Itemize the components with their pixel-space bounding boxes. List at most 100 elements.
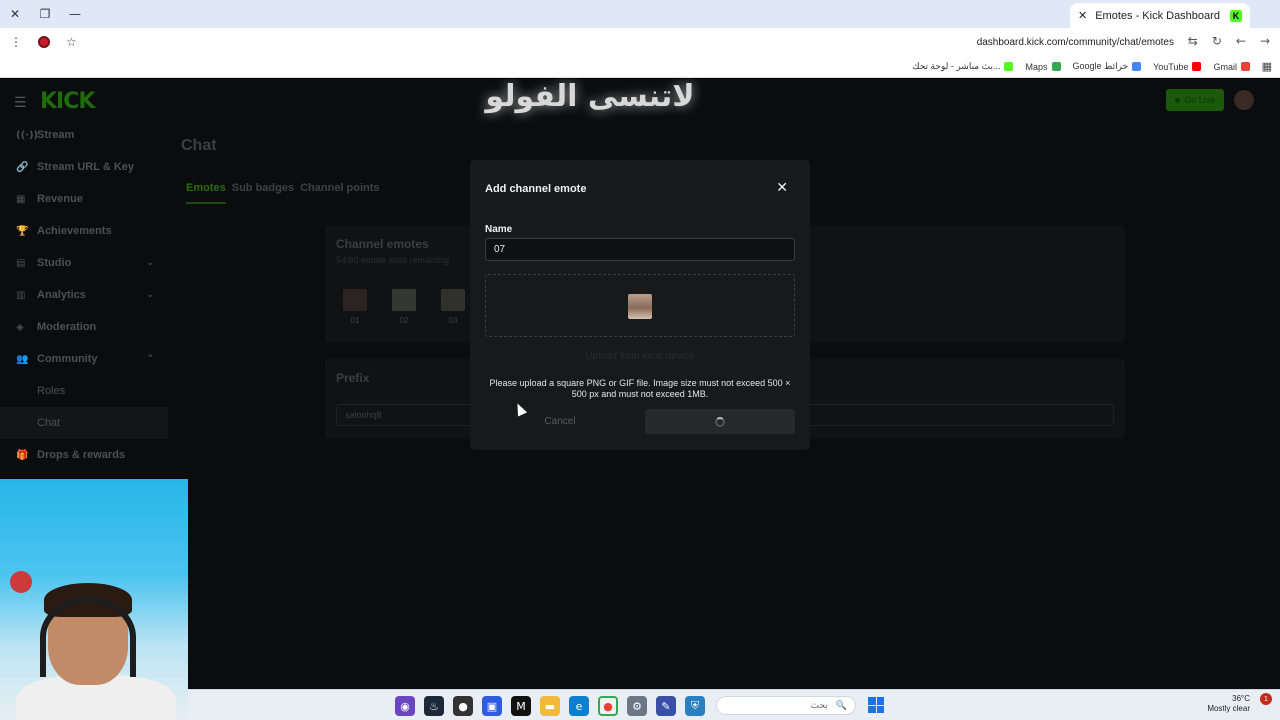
notification-badge[interactable]: 1 [1260,693,1272,705]
sidebar-item-moderation[interactable]: ◈ Moderation [0,311,168,343]
windows-start-icon[interactable] [868,697,884,713]
app-icon[interactable]: ▣ [482,696,502,716]
vpn-icon[interactable]: ⛨ [685,696,705,716]
emote-item[interactable]: 01 [343,289,367,325]
sidebar-item-revenue[interactable]: ▦ Revenue [0,183,168,215]
emote-item[interactable]: 03 [441,289,465,325]
close-icon[interactable]: ✕ [776,180,788,196]
link-icon: 🔗 [16,161,29,173]
tab-channel-points[interactable]: Channel points [300,182,379,204]
chevron-down-icon: ⌄ [146,258,154,268]
stream-overlay-text: لاتنسى الفولو [485,79,695,114]
hamburger-menu-icon[interactable]: ☰ [14,95,27,111]
window-close-icon[interactable]: ✕ [0,0,30,28]
windows-taskbar: ◉ ♨ ● ▣ M ▬ e ● ⚙ ✎ ⛨ بحث 🔍 36°C Mostly … [188,689,1280,720]
gmail-icon [1241,62,1250,71]
cancel-button[interactable]: Cancel [485,409,635,434]
bookmark-maps[interactable]: Maps [1025,62,1061,72]
sidebar: ((·)) Stream 🔗 Stream URL & Key ▦ Revenue 🏆… [0,119,168,471]
page-title: Chat [181,137,217,154]
tune-icon[interactable]: ⇆ [1188,34,1198,48]
upload-help-text: Please upload a square PNG or GIF file. … [489,378,791,399]
kick-favicon-icon: K [1230,9,1242,22]
address-bar: ⋮ ☆ dashboard.kick.com/community/chat/em… [0,28,1280,56]
url-field[interactable]: dashboard.kick.com/community/chat/emotes [977,37,1174,48]
analytics-icon: ▥ [16,289,26,301]
sidebar-item-stream[interactable]: ((·)) Stream [0,119,168,151]
headset-icon [40,597,136,677]
name-label: Name [485,224,513,235]
trophy-icon: 🏆 [16,225,29,237]
bookmark-gmail[interactable]: Gmail [1213,62,1250,72]
bookmark-youtube[interactable]: YouTube [1153,62,1202,72]
browser-tab-bar: ✕ ❐ — + ✕ Emotes - Kick Dashboard K [0,0,1280,28]
emote-image [392,289,416,311]
bookmark-kick[interactable]: بث مباشر - لوحة تحك... [912,61,1014,72]
emote-item[interactable]: 02 [392,289,416,325]
weather-widget[interactable]: 36°C Mostly clear [1207,694,1250,714]
reload-icon[interactable]: ↻ [1212,34,1222,48]
chat-tabs: Emotes Sub badges Channel points [186,182,380,204]
kick-icon: ■ [1174,95,1181,105]
kick-logo[interactable]: KICK [40,89,95,114]
tab-title: Emotes - Kick Dashboard [1095,9,1220,22]
sidebar-item-analytics[interactable]: ▥ Analytics ⌄ [0,279,168,311]
prefix-title: Prefix [336,371,370,385]
shield-icon: ◈ [16,321,24,333]
modal-title: Add channel emote [485,183,587,195]
steam-icon[interactable]: ♨ [424,696,444,716]
search-icon: 🔍 [835,700,847,710]
forward-icon[interactable]: → [1260,34,1270,48]
go-live-button[interactable]: ■ Go Live [1166,89,1224,111]
avatar[interactable] [1234,90,1254,110]
broadcast-icon: ((·)) [16,129,39,141]
sidebar-item-achievements[interactable]: 🏆 Achievements [0,215,168,247]
edge-icon[interactable]: e [569,696,589,716]
emote-image [343,289,367,311]
revenue-icon: ▦ [16,193,26,205]
sidebar-item-community[interactable]: 👥 Community ⌃ [0,343,168,375]
bookmarks-bar: بث مباشر - لوحة تحك... Maps Google خرائط… [0,56,1280,78]
chrome-icon[interactable]: ● [598,696,618,716]
upload-local-link[interactable]: Upload from local device [470,351,810,362]
sidebar-item-stream-url-key[interactable]: 🔗 Stream URL & Key [0,151,168,183]
youtube-icon [1192,62,1202,71]
channel-emotes-title: Channel emotes [336,237,429,251]
map-pin-icon [1132,62,1142,71]
bookmark-google-maps[interactable]: Google خرائط [1073,61,1142,72]
loading-spinner-icon [715,416,725,427]
menu-dots-icon[interactable]: ⋮ [10,35,22,49]
emote-image [441,289,465,311]
apps-grid-icon[interactable]: ▦ [1262,60,1272,73]
extension-icon[interactable] [38,36,50,48]
chevron-down-icon: ⌄ [146,290,154,300]
capcut-icon[interactable]: M [511,696,531,716]
emote-upload-dropzone[interactable] [485,274,795,337]
browser-tab[interactable]: ✕ Emotes - Kick Dashboard K [1070,3,1250,28]
sidebar-item-drops-rewards[interactable]: 🎁 Drops & rewards [0,439,168,471]
obs-icon[interactable]: ● [453,696,473,716]
submit-button[interactable] [645,409,795,434]
back-icon[interactable]: ← [1236,34,1246,48]
kick-icon [1004,62,1014,71]
window-minimize-icon[interactable]: — [60,0,90,28]
discord-icon[interactable]: ◉ [395,696,415,716]
studio-icon: ▤ [16,257,26,269]
tab-emotes[interactable]: Emotes [186,182,226,204]
chevron-up-icon: ⌃ [146,354,154,364]
tab-close-icon[interactable]: ✕ [1078,9,1087,22]
webcam-overlay [0,479,188,720]
window-restore-icon[interactable]: ❐ [30,0,60,28]
emote-name-input[interactable] [485,238,795,261]
app-icon[interactable]: ✎ [656,696,676,716]
bookmark-star-icon[interactable]: ☆ [66,35,77,49]
tab-sub-badges[interactable]: Sub badges [232,182,294,204]
maps-icon [1051,62,1061,71]
file-explorer-icon[interactable]: ▬ [540,696,560,716]
gift-icon: 🎁 [16,449,29,461]
sidebar-item-roles[interactable]: Roles [0,375,168,407]
sidebar-item-studio[interactable]: ▤ Studio ⌄ [0,247,168,279]
sidebar-item-chat[interactable]: Chat [0,407,168,439]
taskbar-search[interactable]: بحث 🔍 [716,696,856,715]
settings-gear-icon[interactable]: ⚙ [627,696,647,716]
